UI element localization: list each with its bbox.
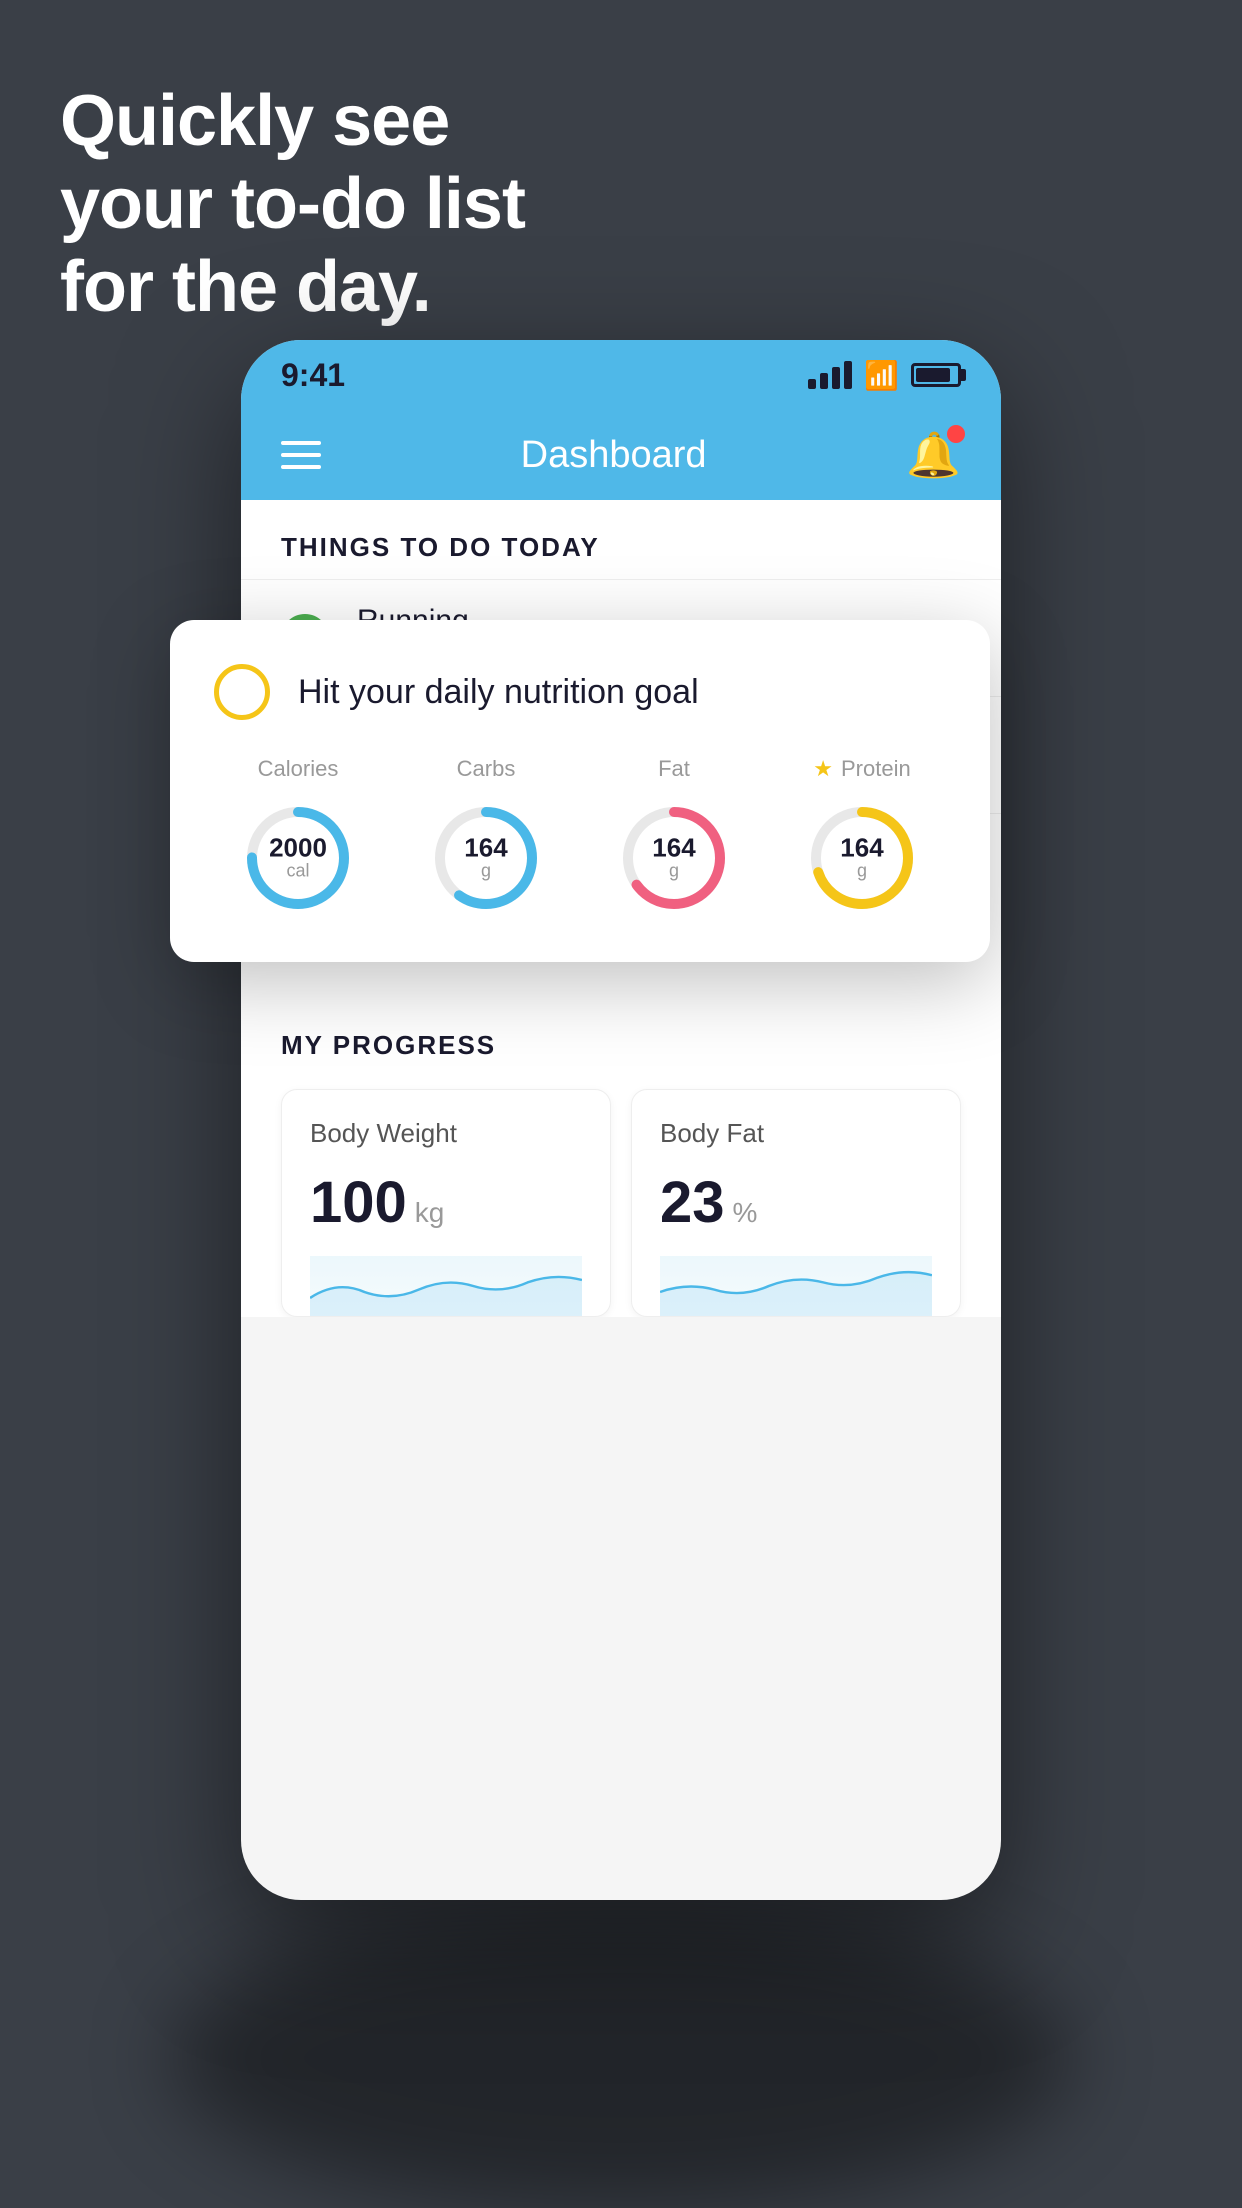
status-time: 9:41 — [281, 357, 345, 394]
body-weight-value: 100 kg — [310, 1169, 582, 1236]
protein-value: 164 g — [840, 835, 883, 882]
hero-line3: for the day. — [60, 246, 525, 329]
body-fat-chart — [660, 1256, 932, 1316]
phone-frame: 9:41 📶 Dashboard — [241, 340, 1001, 1900]
carbs-donut: 164 g — [426, 798, 546, 918]
carbs-label: Carbs — [402, 756, 570, 782]
nutrition-protein: ★ Protein 164 g — [778, 756, 946, 918]
progress-heading: MY PROGRESS — [281, 1030, 961, 1061]
progress-section: MY PROGRESS Body Weight 100 kg — [241, 990, 1001, 1317]
hero-line1: Quickly see — [60, 80, 525, 163]
wifi-icon: 📶 — [864, 359, 899, 392]
hero-line2: your to-do list — [60, 163, 525, 246]
notification-bell-icon[interactable]: 🔔 — [906, 429, 961, 481]
fat-donut: 164 g — [614, 798, 734, 918]
status-icons: 📶 — [808, 359, 961, 392]
fat-label: Fat — [590, 756, 758, 782]
phone-container: 9:41 📶 Dashboard — [171, 340, 1071, 2120]
nutrition-circle-icon — [214, 664, 270, 720]
calories-label: Calories — [214, 756, 382, 782]
body-weight-chart — [310, 1256, 582, 1316]
hamburger-menu[interactable] — [281, 441, 321, 469]
protein-label: ★ Protein — [778, 756, 946, 782]
body-fat-unit: % — [733, 1197, 758, 1229]
star-icon: ★ — [813, 756, 833, 782]
signal-icon — [808, 361, 852, 389]
body-weight-unit: kg — [415, 1197, 445, 1229]
nav-title: Dashboard — [521, 434, 707, 477]
nav-bar: Dashboard 🔔 — [241, 410, 1001, 500]
nutrition-calories: Calories 2000 cal — [214, 756, 382, 918]
protein-donut: 164 g — [802, 798, 922, 918]
nutrition-row: Calories 2000 cal Carbs — [214, 756, 946, 918]
calories-value: 2000 cal — [269, 835, 327, 882]
things-to-do-header: THINGS TO DO TODAY — [241, 500, 1001, 579]
nutrition-carbs: Carbs 164 g — [402, 756, 570, 918]
hero-text: Quickly see your to-do list for the day. — [60, 80, 525, 328]
body-fat-value: 23 % — [660, 1169, 932, 1236]
notification-dot — [947, 425, 965, 443]
body-weight-card[interactable]: Body Weight 100 kg — [281, 1089, 611, 1317]
body-fat-card[interactable]: Body Fat 23 % — [631, 1089, 961, 1317]
nutrition-card-title: Hit your daily nutrition goal — [298, 673, 699, 712]
nutrition-fat: Fat 164 g — [590, 756, 758, 918]
floating-nutrition-card: Hit your daily nutrition goal Calories 2… — [170, 620, 990, 962]
body-fat-label: Body Fat — [660, 1118, 932, 1149]
fat-value: 164 g — [652, 835, 695, 882]
carbs-value: 164 g — [464, 835, 507, 882]
calories-donut: 2000 cal — [238, 798, 358, 918]
body-weight-number: 100 — [310, 1169, 407, 1236]
body-fat-number: 23 — [660, 1169, 725, 1236]
status-bar: 9:41 📶 — [241, 340, 1001, 410]
progress-cards: Body Weight 100 kg — [281, 1089, 961, 1317]
battery-icon — [911, 363, 961, 387]
body-weight-label: Body Weight — [310, 1118, 582, 1149]
nutrition-card-header: Hit your daily nutrition goal — [214, 664, 946, 720]
